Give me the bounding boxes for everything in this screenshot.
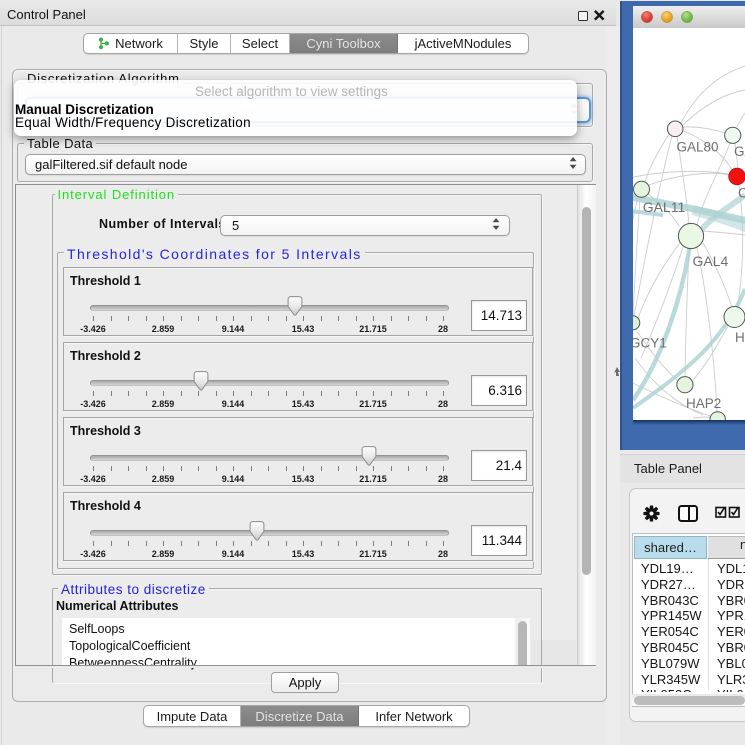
svg-text:GAL80: GAL80 [677,140,719,155]
svg-text:H: H [735,330,745,345]
svg-text:GA: GA [734,144,745,159]
svg-text:GCY1: GCY1 [633,336,667,351]
svg-text:GAL11: GAL11 [643,199,686,215]
svg-text:CD: CD [738,186,745,201]
svg-text:GAL4: GAL4 [693,253,729,269]
svg-text:HAP2: HAP2 [686,396,721,411]
